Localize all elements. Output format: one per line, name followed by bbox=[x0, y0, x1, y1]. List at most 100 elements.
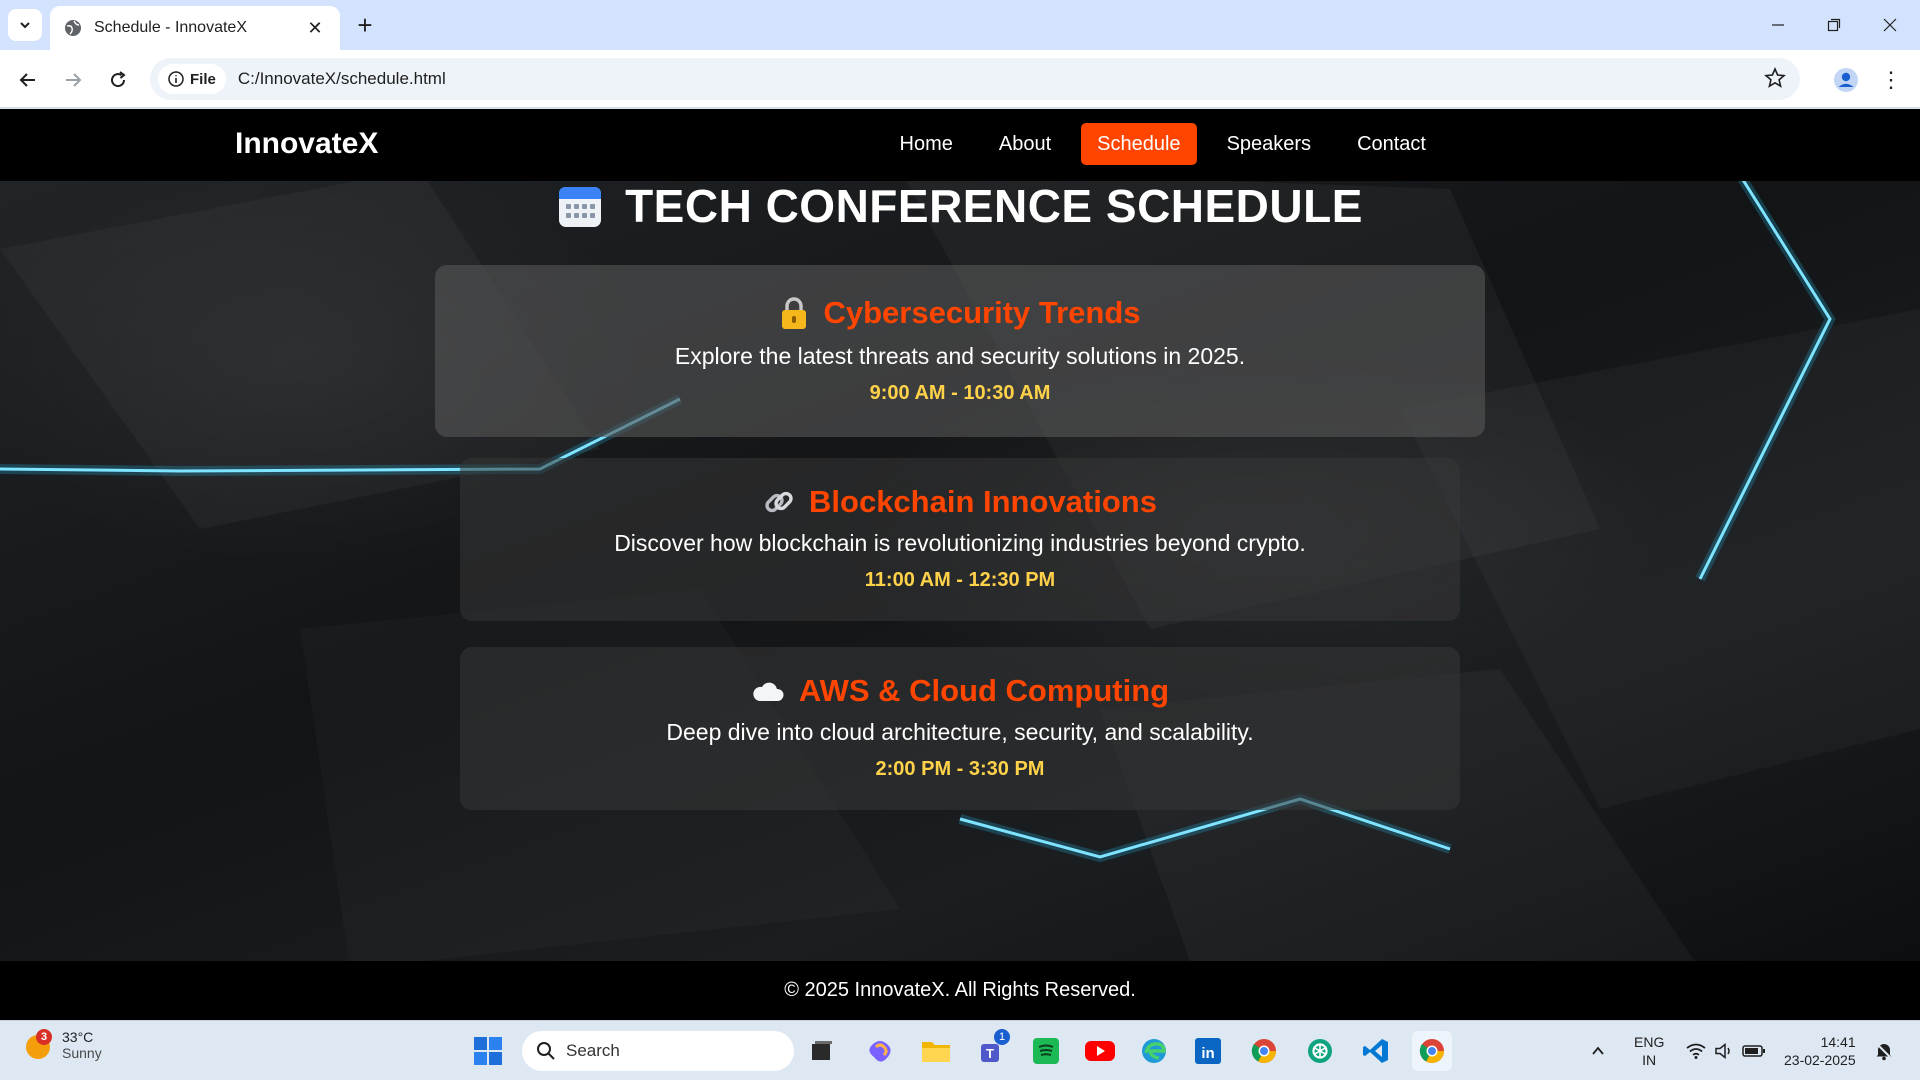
weather-temperature: 33°C bbox=[62, 1029, 94, 1045]
session-heading: AWS & Cloud Computing bbox=[460, 673, 1460, 709]
chrome-active-button[interactable] bbox=[1412, 1031, 1452, 1071]
tab-title: Schedule - InnovateX bbox=[94, 19, 247, 36]
chevron-down-icon bbox=[20, 22, 30, 29]
svg-text:in: in bbox=[1201, 1045, 1214, 1062]
restore-icon bbox=[1827, 18, 1841, 32]
minimize-button[interactable] bbox=[1750, 0, 1806, 50]
site-logo[interactable]: InnovateX bbox=[235, 127, 378, 161]
chatgpt-button[interactable] bbox=[1302, 1033, 1338, 1069]
profile-avatar-icon bbox=[1834, 68, 1858, 92]
spotify-button[interactable] bbox=[1028, 1033, 1064, 1069]
restore-button[interactable] bbox=[1806, 0, 1862, 50]
close-tab-icon[interactable]: ✕ bbox=[304, 17, 326, 39]
session-title: Blockchain Innovations bbox=[809, 484, 1157, 519]
chrome-button[interactable] bbox=[1246, 1033, 1282, 1069]
teams-badge: 1 bbox=[994, 1029, 1010, 1045]
chrome-icon bbox=[1419, 1039, 1444, 1064]
clock-date: 23-02-2025 bbox=[1784, 1052, 1856, 1068]
nav-schedule[interactable]: Schedule bbox=[1081, 123, 1197, 165]
weather-icon: 3 bbox=[24, 1029, 52, 1059]
language-indicator[interactable]: ENG IN bbox=[1634, 1021, 1664, 1080]
session-heading: Blockchain Innovations bbox=[460, 484, 1460, 520]
back-button[interactable] bbox=[10, 62, 46, 98]
session-description: Deep dive into cloud architecture, secur… bbox=[666, 719, 1254, 745]
menu-kebab-icon[interactable]: ⋮ bbox=[1876, 62, 1906, 98]
arrow-right-icon bbox=[66, 73, 82, 87]
session-description: Explore the latest threats and security … bbox=[674, 343, 1246, 369]
copilot-button[interactable] bbox=[862, 1033, 898, 1069]
language-region: IN bbox=[1642, 1052, 1657, 1068]
search-icon bbox=[537, 1042, 555, 1060]
linkedin-icon: in bbox=[1195, 1038, 1221, 1064]
site-info-chip[interactable]: File bbox=[158, 64, 226, 94]
edge-icon bbox=[1142, 1039, 1166, 1063]
taskbar-search[interactable]: Search bbox=[522, 1031, 794, 1071]
search-label: Search bbox=[566, 1041, 620, 1060]
site-header: InnovateX Home About Schedule Speakers C… bbox=[0, 109, 1920, 181]
site-nav: Home About Schedule Speakers Contact bbox=[884, 123, 1442, 165]
file-chip-label: File bbox=[190, 70, 216, 88]
page-viewport: InnovateX Home About Schedule Speakers C… bbox=[0, 109, 1920, 1020]
language-code: ENG bbox=[1634, 1034, 1665, 1050]
teams-button[interactable]: T 1 bbox=[974, 1029, 1010, 1069]
url-text[interactable]: C:/InnovateX/schedule.html bbox=[238, 69, 446, 89]
arrow-left-icon bbox=[19, 73, 35, 87]
bookmark-star-button[interactable] bbox=[1764, 66, 1786, 94]
edge-button[interactable] bbox=[1136, 1033, 1172, 1069]
quick-settings[interactable] bbox=[1686, 1021, 1766, 1080]
task-view-button[interactable] bbox=[804, 1033, 840, 1069]
copilot-icon bbox=[869, 1041, 891, 1062]
taskbar: 3 33°C Sunny Search T 1 in ENG IN 14:41 … bbox=[0, 1020, 1920, 1080]
site-footer: © 2025 InnovateX. All Rights Reserved. bbox=[0, 961, 1920, 1020]
svg-text:T: T bbox=[986, 1046, 994, 1061]
browser-tab-active[interactable]: Schedule - InnovateX ✕ bbox=[50, 6, 340, 50]
folder-icon bbox=[922, 1042, 950, 1062]
notifications-button[interactable] bbox=[1874, 1021, 1894, 1080]
page-title-row: TECH CONFERENCE SCHEDULE bbox=[0, 179, 1920, 233]
lock-icon bbox=[782, 297, 807, 329]
weather-widget[interactable]: 3 33°C Sunny bbox=[24, 1029, 102, 1061]
start-button[interactable] bbox=[470, 1033, 506, 1069]
nav-home[interactable]: Home bbox=[884, 123, 969, 165]
calendar-icon bbox=[559, 187, 602, 227]
tray-overflow-button[interactable] bbox=[1590, 1021, 1606, 1080]
session-title: AWS & Cloud Computing bbox=[798, 673, 1170, 708]
weather-badge: 3 bbox=[36, 1029, 52, 1045]
vscode-button[interactable] bbox=[1358, 1033, 1394, 1069]
file-explorer-button[interactable] bbox=[918, 1033, 954, 1069]
tab-search-button[interactable] bbox=[8, 9, 42, 41]
session-time: 9:00 AM - 10:30 AM bbox=[869, 382, 1051, 404]
windows-logo-icon bbox=[474, 1037, 502, 1065]
weather-condition: Sunny bbox=[62, 1045, 102, 1061]
session-card: Blockchain Innovations Discover how bloc… bbox=[460, 458, 1460, 621]
battery-icon bbox=[1742, 1045, 1765, 1057]
chatgpt-icon bbox=[1308, 1039, 1332, 1063]
nav-contact[interactable]: Contact bbox=[1341, 123, 1442, 165]
vscode-icon bbox=[1363, 1039, 1388, 1063]
youtube-button[interactable] bbox=[1082, 1033, 1118, 1069]
session-time: 2:00 PM - 3:30 PM bbox=[875, 758, 1045, 780]
spotify-icon bbox=[1033, 1038, 1059, 1064]
session-title: Cybersecurity Trends bbox=[823, 295, 1141, 330]
forward-button[interactable] bbox=[55, 62, 91, 98]
chevron-up-icon bbox=[1592, 1046, 1604, 1055]
address-bar[interactable]: File C:/InnovateX/schedule.html bbox=[150, 58, 1800, 100]
session-time: 11:00 AM - 12:30 PM bbox=[864, 569, 1056, 591]
profile-button[interactable] bbox=[1828, 62, 1864, 98]
nav-speakers[interactable]: Speakers bbox=[1211, 123, 1328, 165]
close-window-button[interactable] bbox=[1862, 0, 1918, 50]
page-title: TECH CONFERENCE SCHEDULE bbox=[625, 180, 1363, 232]
clock[interactable]: 14:41 23-02-2025 bbox=[1784, 1021, 1856, 1080]
info-icon bbox=[168, 71, 184, 87]
reload-button[interactable] bbox=[100, 62, 136, 98]
bell-icon bbox=[1876, 1043, 1892, 1061]
chrome-icon bbox=[1251, 1039, 1276, 1064]
nav-about[interactable]: About bbox=[983, 123, 1067, 165]
session-card: AWS & Cloud Computing Deep dive into clo… bbox=[460, 647, 1460, 810]
new-tab-button[interactable]: + bbox=[350, 10, 380, 40]
minimize-icon bbox=[1772, 24, 1784, 26]
clock-time: 14:41 bbox=[1820, 1034, 1856, 1050]
wifi-icon bbox=[1686, 1043, 1706, 1059]
linkedin-button[interactable]: in bbox=[1190, 1033, 1226, 1069]
globe-icon bbox=[65, 20, 81, 36]
